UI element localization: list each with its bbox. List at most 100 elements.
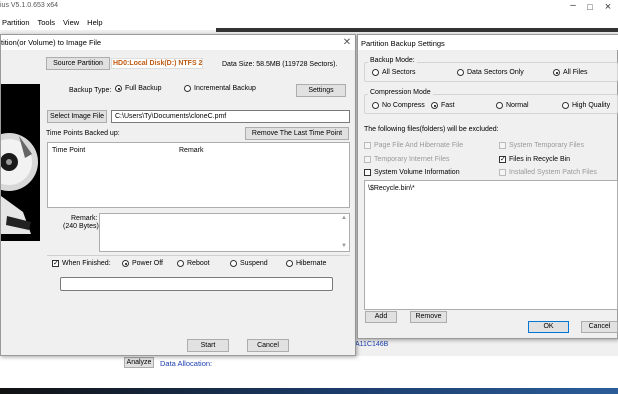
close-icon[interactable]: × [602, 1, 614, 13]
fast-radio[interactable]: Fast [431, 102, 455, 109]
all-files-radio[interactable]: All Files [553, 69, 588, 76]
divider [47, 255, 350, 256]
remark-textarea[interactable]: ▲ ▼ [99, 213, 350, 252]
settings-button[interactable]: Settings [296, 84, 346, 97]
high-quality-radio[interactable]: High Quality [562, 102, 610, 109]
radio-indicator [286, 260, 293, 267]
add-button[interactable]: Add [365, 311, 397, 323]
excluded-items-list[interactable]: \$Recycle.bin\* [364, 180, 618, 310]
page-file-checkbox[interactable]: Page File And Hibernate File [364, 142, 463, 149]
hibernate-label: Hibernate [296, 260, 327, 267]
remark-label: Remark: [71, 215, 98, 222]
column-header-time-point[interactable]: Time Point [52, 147, 85, 154]
close-icon[interactable]: ✕ [341, 36, 353, 49]
radio-indicator [177, 260, 184, 267]
radio-indicator [372, 102, 379, 109]
checkbox-indicator [499, 142, 506, 149]
source-partition-button[interactable]: Source Partition [46, 57, 110, 70]
dialog-titlebar: Partition Backup Settings [358, 35, 618, 50]
select-image-file-button[interactable]: Select Image File [47, 110, 107, 123]
scroll-down-icon[interactable]: ▼ [341, 243, 347, 249]
radio-indicator [372, 69, 379, 76]
incremental-backup-label: Incremental Backup [194, 85, 256, 92]
radio-indicator [457, 69, 464, 76]
cancel-button[interactable]: Cancel [581, 321, 618, 333]
data-sectors-only-radio[interactable]: Data Sectors Only [457, 69, 524, 76]
data-sectors-only-label: Data Sectors Only [467, 69, 524, 76]
start-button[interactable]: Start [187, 339, 229, 352]
app-title: ius V5.1.0.653 x64 [0, 2, 58, 9]
high-quality-label: High Quality [572, 102, 611, 109]
radio-indicator [496, 102, 503, 109]
full-backup-radio[interactable]: Full Backup [115, 85, 162, 92]
checkbox-indicator [364, 142, 371, 149]
radio-indicator [115, 85, 122, 92]
patch-files-checkbox[interactable]: Installed System Patch Files [499, 169, 597, 176]
checkbox-indicator [364, 169, 371, 176]
radio-indicator [184, 85, 191, 92]
menu-partition[interactable]: Partition [0, 16, 34, 30]
radio-indicator [230, 260, 237, 267]
normal-radio[interactable]: Normal [496, 102, 529, 109]
image-path-field[interactable]: C:\Users\Ty\Documents\cloneC.pmf [111, 110, 350, 123]
temp-internet-label: Temporary Internet Files [374, 156, 450, 163]
maximize-icon[interactable]: □ [584, 2, 596, 12]
time-points-list[interactable]: Time Point Remark [47, 142, 350, 208]
suspend-radio[interactable]: Suspend [230, 260, 268, 267]
all-sectors-label: All Sectors [382, 69, 416, 76]
reboot-label: Reboot [187, 260, 210, 267]
cancel-button[interactable]: Cancel [247, 339, 289, 352]
system-volume-info-checkbox[interactable]: System Volume Information [364, 169, 460, 176]
recycle-bin-label: Files in Recycle Bin [509, 156, 571, 163]
system-temp-checkbox[interactable]: System Temporary Files [499, 142, 584, 149]
radio-indicator [122, 260, 129, 267]
page-file-label: Page File And Hibernate File [374, 142, 464, 149]
remove-last-time-point-button[interactable]: Remove The Last Time Point [245, 127, 349, 140]
ok-button[interactable]: OK [528, 321, 569, 333]
column-header-remark[interactable]: Remark [179, 147, 204, 154]
suspend-label: Suspend [240, 260, 268, 267]
excluded-files-label: The following files(folders) will be exc… [364, 126, 499, 133]
all-sectors-radio[interactable]: All Sectors [372, 69, 415, 76]
scroll-up-icon[interactable]: ▲ [341, 215, 347, 221]
source-partition-value: HD0:Local Disk(D:) NTFS 20.3 [111, 58, 203, 69]
incremental-backup-radio[interactable]: Incremental Backup [184, 85, 256, 92]
checkbox-indicator [499, 169, 506, 176]
dialog-title: tition(or Volume) to Image File [1, 38, 102, 47]
disk-genius-logo [1, 84, 40, 241]
system-volume-info-label: System Volume Information [374, 169, 460, 176]
minimize-icon[interactable]: – [567, 1, 579, 12]
radio-indicator [553, 69, 560, 76]
full-backup-label: Full Backup [125, 85, 162, 92]
no-compress-label: No Compress [382, 102, 425, 109]
when-finished-checkbox[interactable]: ✓ When Finished: [52, 260, 111, 267]
partition-backup-settings-dialog: Partition Backup Settings Backup Mode: A… [357, 34, 618, 339]
when-finished-label: When Finished: [62, 260, 111, 267]
radio-indicator [562, 102, 569, 109]
recycle-bin-checkbox[interactable]: ✓ Files in Recycle Bin [499, 156, 570, 163]
dialog-titlebar: tition(or Volume) to Image File ✕ [1, 35, 355, 50]
fast-label: Fast [441, 102, 455, 109]
patch-files-label: Installed System Patch Files [509, 169, 597, 176]
system-temp-label: System Temporary Files [509, 142, 584, 149]
menu-tools[interactable]: Tools [34, 16, 60, 30]
hibernate-radio[interactable]: Hibernate [286, 260, 326, 267]
remove-button[interactable]: Remove [410, 311, 447, 323]
analyze-button[interactable]: Analyze [124, 357, 154, 368]
menu-help[interactable]: Help [83, 16, 106, 30]
remark-bytes-label: (240 Bytes) [63, 223, 99, 230]
temp-internet-checkbox[interactable]: Temporary Internet Files [364, 156, 449, 163]
app-titlebar: ius V5.1.0.653 x64 – □ × [0, 0, 618, 16]
data-allocation-label: Data Allocation: [160, 359, 213, 368]
list-item[interactable]: \$Recycle.bin\* [368, 185, 415, 192]
reboot-radio[interactable]: Reboot [177, 260, 210, 267]
radio-indicator [431, 102, 438, 109]
power-off-radio[interactable]: Power Off [122, 260, 163, 267]
checkmark-icon: ✓ [499, 156, 506, 163]
menu-view[interactable]: View [59, 16, 83, 30]
all-files-label: All Files [563, 69, 588, 76]
power-off-label: Power Off [132, 260, 163, 267]
no-compress-radio[interactable]: No Compress [372, 102, 425, 109]
progress-bar [60, 277, 333, 291]
normal-label: Normal [506, 102, 529, 109]
